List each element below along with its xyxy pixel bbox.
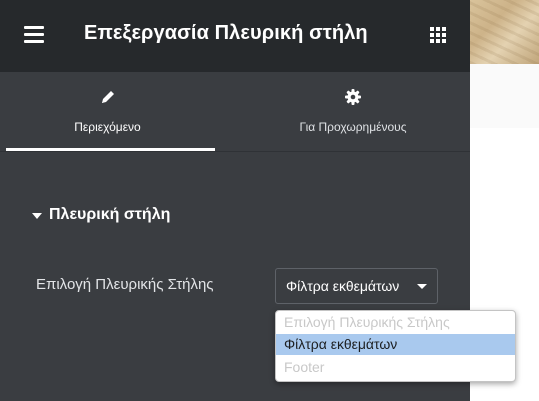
dropdown-option: Επιλογή Πλευρικής Στήλης <box>284 314 450 330</box>
grid-apps-icon[interactable] <box>430 27 446 43</box>
sidebar-select[interactable]: Φίλτρα εκθεμάτων <box>275 268 438 304</box>
panel-tabs: Περιεχόμενο Για Προχωρημένους <box>0 72 470 152</box>
tab-advanced-label: Για Προχωρημένους <box>299 120 407 134</box>
panel-title: Επεξεργασία Πλευρική στήλη <box>84 22 368 44</box>
tab-content[interactable]: Περιεχόμενο <box>0 72 215 152</box>
dropdown-option: Footer <box>284 359 325 375</box>
preview-image <box>470 0 539 64</box>
tab-advanced[interactable]: Για Προχωρημένους <box>236 72 470 152</box>
preview-area <box>470 64 539 128</box>
pencil-icon <box>99 88 117 106</box>
tab-content-label: Περιεχόμενο <box>74 120 141 134</box>
chevron-down-icon <box>417 284 427 289</box>
caret-down-icon <box>32 213 42 219</box>
dropdown-option[interactable]: Φίλτρα εκθεμάτων <box>276 334 515 355</box>
hamburger-menu-icon[interactable] <box>24 26 44 43</box>
section-title: Πλευρική στήλη <box>49 206 171 223</box>
sidebar-select-label: Επιλογή Πλευρικής Στήλης <box>36 276 214 293</box>
panel-header: Επεξεργασία Πλευρική στήλη <box>0 0 470 72</box>
gear-icon <box>344 88 362 106</box>
sidebar-select-value: Φίλτρα εκθεμάτων <box>286 278 400 294</box>
tabs-divider <box>0 151 470 152</box>
sidebar-select-dropdown: Επιλογή Πλευρικής Στήλης Φίλτρα εκθεμάτω… <box>275 310 516 382</box>
